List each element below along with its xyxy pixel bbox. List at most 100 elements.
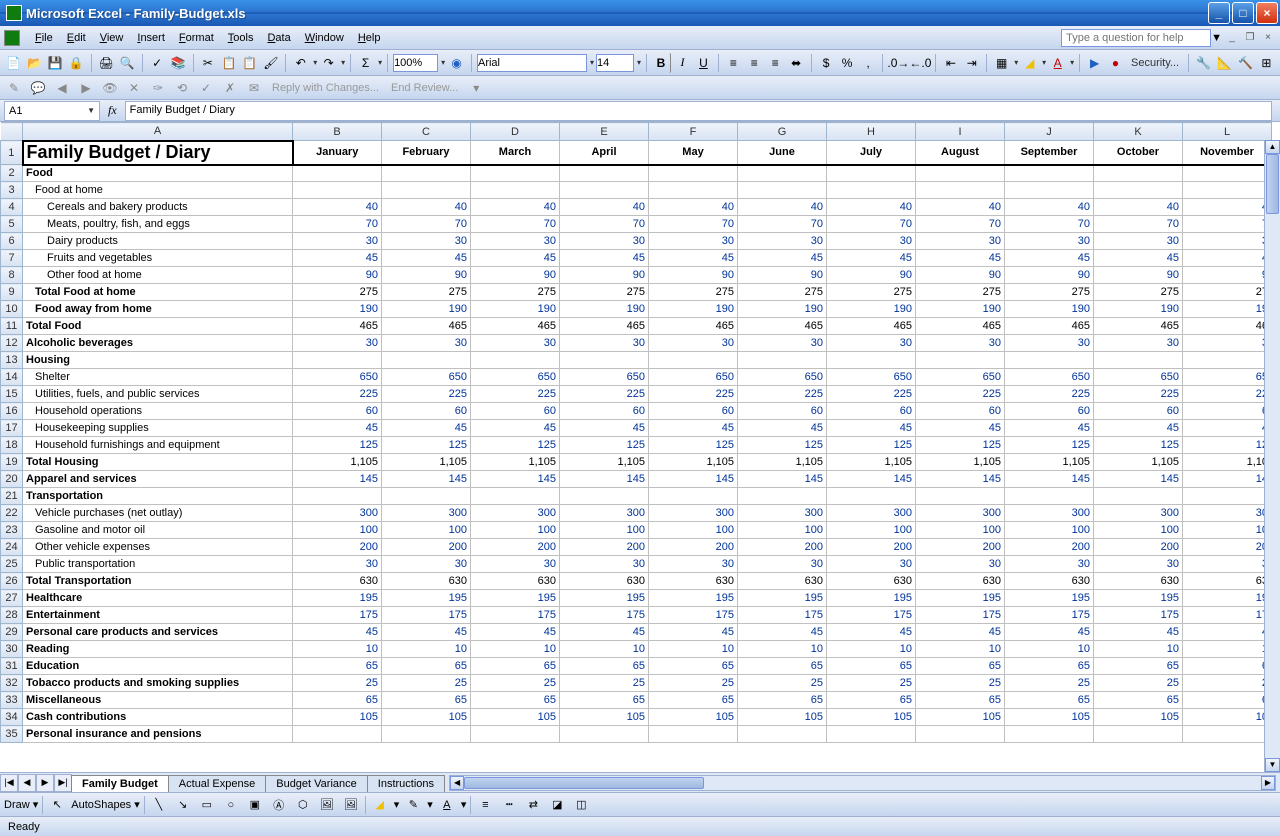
next-icon[interactable]: ▶ <box>76 78 96 98</box>
cell[interactable] <box>649 488 738 505</box>
cell[interactable]: 300 <box>293 505 382 522</box>
cell[interactable]: 30 <box>293 556 382 573</box>
comma-icon[interactable]: , <box>859 53 878 73</box>
fill-icon[interactable]: ◢ <box>370 795 390 815</box>
cell[interactable]: 225 <box>382 386 471 403</box>
cell[interactable] <box>382 352 471 369</box>
text-color-icon[interactable]: A <box>437 795 457 815</box>
cell[interactable]: 195 <box>560 590 649 607</box>
cell[interactable]: 195 <box>916 590 1005 607</box>
cell[interactable] <box>471 726 560 743</box>
cell[interactable]: 1,105 <box>293 454 382 471</box>
cell[interactable] <box>1094 165 1183 182</box>
cell[interactable]: 125 <box>1094 437 1183 454</box>
cell[interactable]: 125 <box>649 437 738 454</box>
cell[interactable]: 650 <box>738 369 827 386</box>
cell[interactable]: 195 <box>1094 590 1183 607</box>
spreadsheet-grid[interactable]: ABCDEFGHIJKL 1Family Budget / DiaryJanua… <box>0 122 1280 772</box>
cell[interactable]: 30 <box>1005 335 1094 352</box>
menu-edit[interactable]: Edit <box>60 30 93 46</box>
cell[interactable] <box>916 726 1005 743</box>
cell[interactable]: 65 <box>649 658 738 675</box>
cell[interactable]: 200 <box>382 539 471 556</box>
cell[interactable] <box>1094 352 1183 369</box>
cell[interactable]: 45 <box>560 250 649 267</box>
cell[interactable]: 630 <box>382 573 471 590</box>
cell[interactable]: 650 <box>649 369 738 386</box>
cell[interactable]: 65 <box>827 692 916 709</box>
cell[interactable]: 65 <box>1005 658 1094 675</box>
cell[interactable]: 275 <box>1005 284 1094 301</box>
cell[interactable]: 195 <box>738 590 827 607</box>
cell[interactable]: 25 <box>1005 675 1094 692</box>
cell[interactable]: 175 <box>560 607 649 624</box>
help-icon[interactable]: ◉ <box>447 53 466 73</box>
cell[interactable]: 175 <box>293 607 382 624</box>
cell[interactable]: February <box>382 141 471 165</box>
cell[interactable]: 465 <box>471 318 560 335</box>
cell[interactable]: 40 <box>471 199 560 216</box>
row-header[interactable]: 2 <box>1 165 23 182</box>
cell[interactable]: 60 <box>1094 403 1183 420</box>
row-header[interactable]: 10 <box>1 301 23 318</box>
cell[interactable]: 465 <box>738 318 827 335</box>
row-header[interactable]: 9 <box>1 284 23 301</box>
cell[interactable]: 25 <box>916 675 1005 692</box>
cell[interactable] <box>1005 726 1094 743</box>
cell[interactable] <box>560 165 649 182</box>
cell[interactable]: 65 <box>293 658 382 675</box>
row-header[interactable]: 28 <box>1 607 23 624</box>
cell[interactable]: Total Food at home <box>23 284 293 301</box>
cell[interactable]: 275 <box>293 284 382 301</box>
cell[interactable]: 105 <box>649 709 738 726</box>
cell[interactable]: 10 <box>1183 709 1272 726</box>
cell[interactable]: 90 <box>382 267 471 284</box>
cell[interactable]: 195 <box>382 590 471 607</box>
cell[interactable]: 30 <box>649 233 738 250</box>
cell[interactable]: 145 <box>916 471 1005 488</box>
row-header[interactable]: 15 <box>1 386 23 403</box>
cell[interactable] <box>1183 726 1272 743</box>
cell[interactable]: 300 <box>827 505 916 522</box>
cell[interactable]: 465 <box>293 318 382 335</box>
cell[interactable]: 65 <box>560 658 649 675</box>
cell[interactable]: 195 <box>649 590 738 607</box>
cell[interactable]: 145 <box>471 471 560 488</box>
cell[interactable]: 175 <box>1094 607 1183 624</box>
cell[interactable]: 1 <box>1183 641 1272 658</box>
wordart-icon[interactable]: Ⓐ <box>269 795 289 815</box>
cell[interactable]: 12 <box>1183 437 1272 454</box>
help-search[interactable] <box>1061 29 1211 47</box>
cell[interactable]: 65 <box>471 692 560 709</box>
accept-icon[interactable]: ✓ <box>196 78 216 98</box>
cell[interactable]: 45 <box>649 420 738 437</box>
cell[interactable]: 70 <box>471 216 560 233</box>
cell[interactable]: 30 <box>649 335 738 352</box>
cell[interactable]: 175 <box>916 607 1005 624</box>
cell[interactable]: 90 <box>471 267 560 284</box>
cell[interactable]: April <box>560 141 649 165</box>
cell[interactable]: 465 <box>1094 318 1183 335</box>
cell[interactable]: 630 <box>1005 573 1094 590</box>
cell[interactable] <box>916 352 1005 369</box>
scroll-up-icon[interactable]: ▲ <box>1265 140 1280 154</box>
cell[interactable]: 200 <box>649 539 738 556</box>
cell[interactable]: 45 <box>471 420 560 437</box>
cell[interactable] <box>293 182 382 199</box>
cell[interactable]: 465 <box>649 318 738 335</box>
cell[interactable] <box>382 182 471 199</box>
cell[interactable]: 4 <box>1183 624 1272 641</box>
align-center-icon[interactable]: ≡ <box>745 53 764 73</box>
cell[interactable]: 630 <box>916 573 1005 590</box>
cell[interactable]: Miscellaneous <box>23 692 293 709</box>
cell[interactable]: Other food at home <box>23 267 293 284</box>
cell[interactable]: 275 <box>827 284 916 301</box>
cell[interactable]: 105 <box>382 709 471 726</box>
cell[interactable] <box>560 726 649 743</box>
cell[interactable]: Alcoholic beverages <box>23 335 293 352</box>
cell[interactable]: 650 <box>560 369 649 386</box>
track-icon[interactable]: ⟲ <box>172 78 192 98</box>
cell[interactable] <box>649 182 738 199</box>
cell[interactable]: 30 <box>827 233 916 250</box>
cell[interactable]: 125 <box>382 437 471 454</box>
